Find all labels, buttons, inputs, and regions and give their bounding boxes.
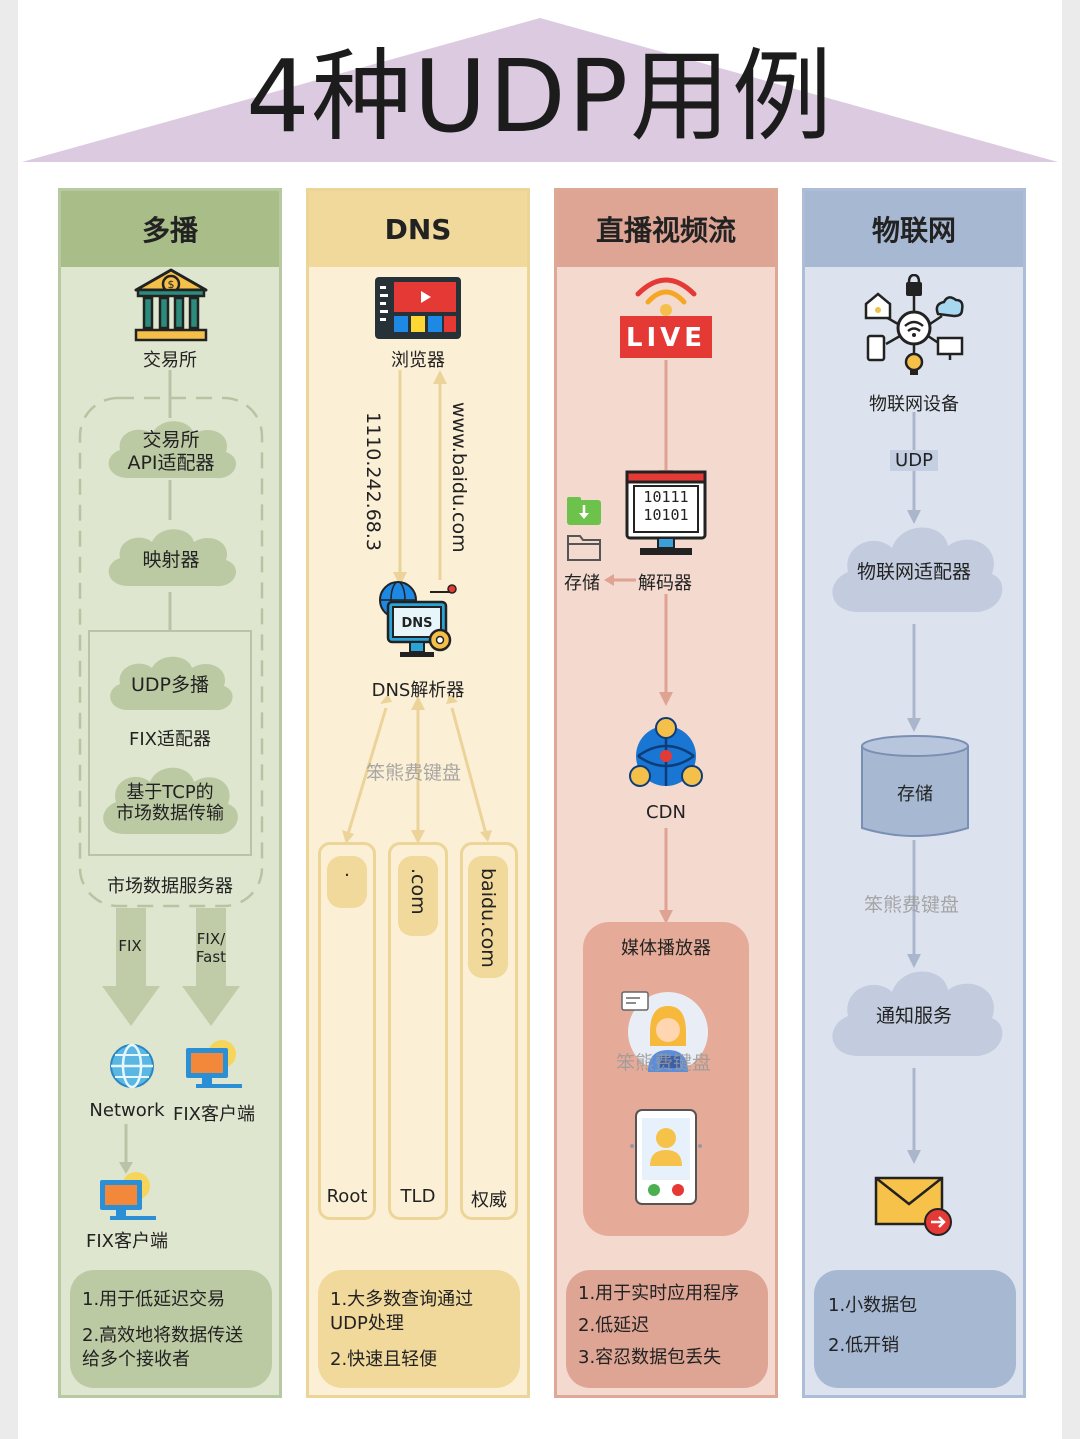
auth-pill: baidu.com	[468, 856, 508, 978]
network-label: Network	[89, 1100, 165, 1121]
dns-summary: 1.大多数查询通过UDP处理 2.快速且轻便	[318, 1270, 520, 1388]
folder-icon	[567, 535, 601, 561]
root-label: Root	[326, 1186, 368, 1207]
cdn-icon	[629, 717, 703, 787]
iot-adapter-cloud: 物联网适配器	[820, 518, 1008, 626]
tld-pill: .com	[398, 856, 438, 936]
mapper-cloud: 映射器	[98, 522, 244, 598]
watermark: 笨熊费键盘	[366, 762, 462, 784]
fix-down-arrow	[102, 908, 160, 1026]
iot-hub-icon	[864, 274, 964, 375]
cdn-to-player-arrow	[659, 828, 673, 924]
watermark: 笨熊费键盘	[864, 894, 960, 916]
video-call-icon	[630, 1109, 702, 1205]
summary-item: 1.用于实时应用程序	[578, 1283, 740, 1304]
fix-fast-down-arrow	[182, 908, 240, 1026]
arrow-fix-label: FIX	[118, 937, 142, 955]
fix-client-label-1: FIX客户端	[173, 1104, 255, 1125]
summary-item: 2.低开销	[828, 1335, 900, 1356]
decoder-to-cdn-arrow	[659, 594, 673, 706]
multicast-summary: 1.用于低延迟交易 2.高效地将数据传送给多个接收者	[70, 1270, 272, 1388]
adapter-to-storage-arrow	[907, 624, 921, 732]
live-storage-label: 存储	[564, 573, 600, 594]
market-server-label: 市场数据服务器	[107, 876, 233, 897]
browser-label: 浏览器	[391, 350, 445, 371]
svg-text:10101: 10101	[643, 506, 688, 524]
player-label: 媒体播放器	[621, 938, 711, 959]
globe-icon	[110, 1043, 154, 1089]
column-header: DNS	[309, 191, 527, 267]
summary-item: 2.快速且轻便	[330, 1349, 438, 1370]
live-icon: LIVE	[620, 277, 712, 358]
fix-client-label-2: FIX客户端	[86, 1231, 168, 1252]
summary-item: 1.大多数查询通过UDP处理	[330, 1289, 474, 1334]
iot-storage-label: 存储	[897, 784, 933, 805]
decoder-label: 解码器	[638, 573, 692, 594]
exchange-label: 交易所	[143, 350, 197, 371]
dns-server-icon: DNS	[379, 581, 457, 657]
tcp-market-cloud: 基于TCP的 市场数据传输	[94, 760, 246, 846]
cdn-label: CDN	[646, 802, 686, 823]
ip-address-label: 1110.242.68.3	[362, 412, 384, 552]
udp-multicast-cloud: UDP多播	[100, 650, 240, 720]
notify-cloud: 通知服务	[820, 962, 1008, 1070]
svg-text:DNS: DNS	[401, 616, 432, 631]
auth-label: 权威	[471, 1190, 507, 1211]
summary-item: 3.容忍数据包丢失	[578, 1347, 722, 1368]
api-adapter-cloud: 交易所 API适配器	[98, 414, 244, 490]
summary-item: 2.低延迟	[578, 1315, 650, 1336]
column-header: 直播视频流	[557, 191, 775, 267]
udp-label: UDP	[890, 450, 938, 471]
watermark: 笨熊费键盘	[616, 1052, 712, 1074]
iot-summary: 1.小数据包 2.低开销	[814, 1270, 1016, 1388]
computer-icon	[100, 1172, 156, 1220]
summary-item: 1.用于低延迟交易	[82, 1289, 226, 1310]
mail-icon	[874, 1176, 952, 1236]
arrow-fix-fast-label: FIX/ Fast	[195, 930, 227, 966]
domain-label: www.baidu.com	[448, 402, 470, 553]
tld-label: TLD	[400, 1186, 436, 1207]
root-pill: .	[327, 856, 367, 908]
computer-icon	[186, 1040, 242, 1088]
svg-text:LIVE: LIVE	[626, 323, 706, 353]
column-header: 物联网	[805, 191, 1023, 267]
notify-to-mail-arrow	[907, 1068, 921, 1164]
page-title: 4种UDP用例	[245, 38, 835, 155]
decoder-icon: 10111 10101	[625, 470, 707, 555]
column-header: 多播	[61, 191, 279, 267]
fix-adapter-label: FIX适配器	[129, 729, 211, 750]
network-down-arrow	[119, 1124, 133, 1174]
bank-icon: $	[134, 268, 208, 342]
summary-item: 1.小数据包	[828, 1295, 918, 1316]
browser-icon	[375, 277, 461, 339]
download-icon	[567, 497, 601, 525]
summary-item: 2.高效地将数据传送给多个接收者	[82, 1325, 244, 1370]
svg-text:10111: 10111	[643, 488, 688, 506]
live-summary: 1.用于实时应用程序 2.低延迟 3.容忍数据包丢失	[566, 1270, 768, 1388]
